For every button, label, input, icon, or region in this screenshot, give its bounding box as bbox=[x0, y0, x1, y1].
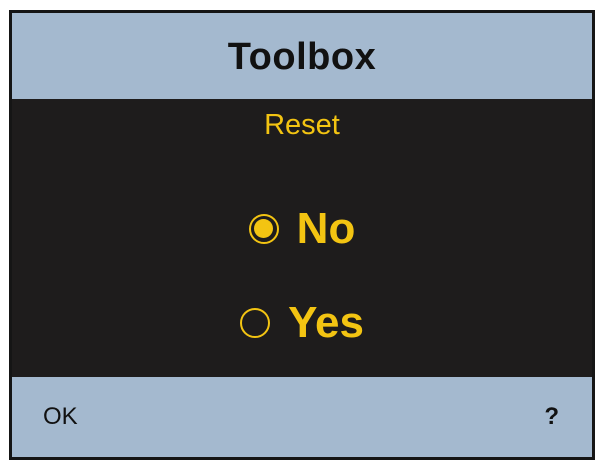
device-frame: Toolbox Reset No Yes OK ? bbox=[0, 0, 602, 462]
screen-title: Toolbox bbox=[227, 35, 377, 78]
option-no[interactable]: No bbox=[12, 199, 592, 259]
option-label: Yes bbox=[288, 298, 364, 347]
display-screen: Toolbox Reset No Yes OK ? bbox=[9, 10, 595, 460]
header-bar: Toolbox bbox=[12, 13, 592, 99]
radio-checked-icon[interactable] bbox=[248, 214, 279, 244]
option-yes[interactable]: Yes bbox=[12, 293, 592, 353]
softkey-bar: OK ? bbox=[12, 377, 592, 457]
option-label: No bbox=[296, 204, 356, 253]
ok-softkey[interactable]: OK bbox=[43, 377, 78, 457]
setting-name: Reset bbox=[264, 109, 340, 141]
help-softkey[interactable]: ? bbox=[544, 377, 559, 457]
radio-unchecked-icon[interactable] bbox=[240, 308, 271, 338]
